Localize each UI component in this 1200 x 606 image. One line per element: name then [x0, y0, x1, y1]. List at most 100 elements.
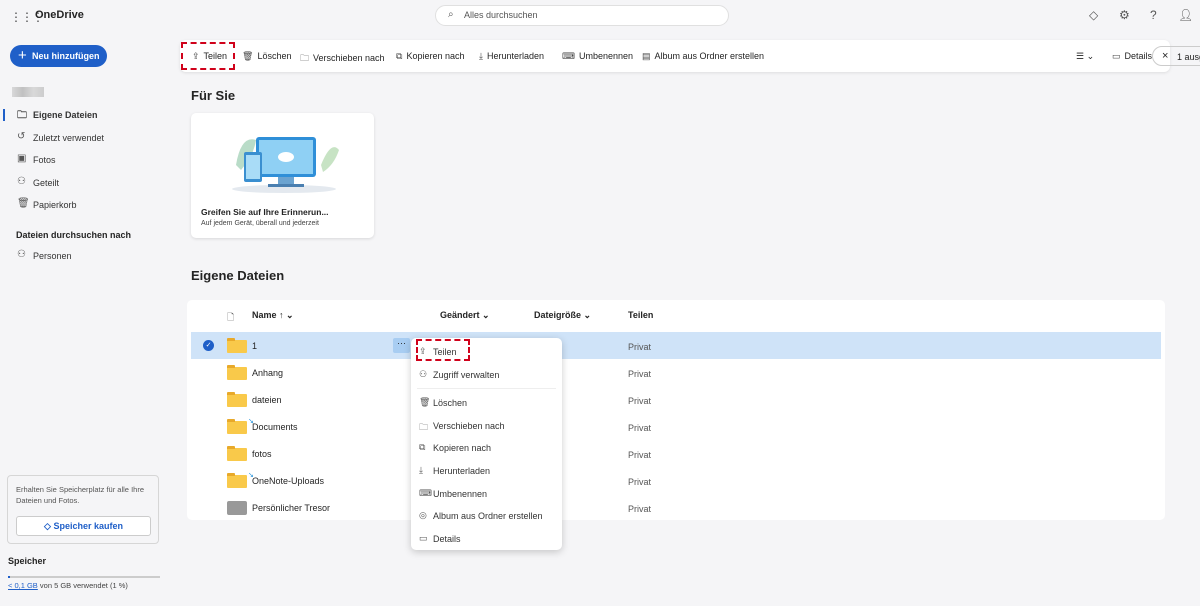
column-label: Geändert [440, 310, 480, 320]
menu-item-download[interactable]: ⤓ Herunterladen [411, 460, 562, 482]
settings-gear-icon[interactable]: ⚙ [1119, 8, 1130, 22]
plus-icon: + [18, 47, 27, 64]
file-name[interactable]: fotos [252, 449, 272, 459]
menu-item-label: Verschieben nach [433, 420, 505, 431]
menu-divider [417, 388, 556, 389]
album-icon: ▤ [642, 51, 651, 61]
close-icon: × [1162, 50, 1169, 62]
storage-bar-fill [8, 576, 10, 578]
sidebar-item-photos[interactable]: ▣ Fotos [0, 150, 170, 170]
delete-button[interactable]: 🗑︎ Löschen [242, 40, 291, 72]
sort-view-button[interactable]: ☰ ⌄ [1076, 40, 1094, 72]
menu-item-rename[interactable]: ⌨ Umbenennen [411, 483, 562, 505]
more-actions-button[interactable]: ··· [393, 338, 410, 353]
menu-item-share[interactable]: ⇪ Teilen [411, 341, 562, 363]
file-row[interactable]: fotos Privat [191, 440, 1161, 467]
sidebar-item-label: Fotos [33, 155, 56, 165]
rename-label: Umbenennen [579, 51, 634, 61]
create-album-button[interactable]: ▤ Album aus Ordner erstellen [642, 40, 764, 72]
sharing-status: Privat [628, 342, 652, 352]
column-sharing[interactable]: Teilen [628, 310, 653, 320]
download-button[interactable]: ⤓ Herunterladen [479, 40, 544, 72]
copy-button[interactable]: ⧉ Kopieren nach [396, 40, 464, 72]
top-bar: ⋮⋮⋮ OneDrive ⌕ Alles durchsuchen ◇ ⚙ ? 👤︎ [0, 0, 1200, 32]
file-row[interactable]: ✓ 1 Privat [191, 332, 1161, 359]
menu-item-label: Kopieren nach [433, 443, 492, 454]
file-row[interactable]: ↘ OneNote-Uploads Privat [191, 467, 1161, 494]
menu-item-move-folder[interactable]: 🗀︎ Verschieben nach [411, 415, 562, 437]
storage-heading: Speicher [8, 556, 47, 566]
share-icon: ⇪ [419, 346, 427, 356]
command-bar: ⇪ Teilen 🗑︎ Löschen 🗀︎ Verschieben nach ⧉ Ko… [180, 40, 1200, 72]
column-name[interactable]: Name ↑ ⌄ [252, 310, 294, 321]
column-modified[interactable]: Geändert ⌄ [440, 310, 490, 321]
checkbox-checked-icon[interactable]: ✓ [203, 340, 214, 351]
file-name[interactable]: 1 [252, 341, 257, 351]
sharing-status: Privat [628, 450, 652, 460]
sidebar-item-recycle-bin[interactable]: 🗑︎ Papierkorb [0, 195, 170, 215]
storage-used-link[interactable]: < 0,1 GB [8, 581, 38, 590]
card-title: Greifen Sie auf Ihre Erinnerun... [201, 207, 329, 217]
share-label: Teilen [203, 51, 228, 61]
clear-selection-button[interactable]: × 1 ausgewählt [1152, 46, 1200, 66]
file-name[interactable]: Anhang [252, 368, 283, 378]
selection-count: 1 ausgewählt [1177, 52, 1200, 62]
copy-icon: ⧉ [419, 442, 426, 453]
folder-icon [227, 365, 247, 380]
context-menu: ⇪ Teilen ⚇ Zugriff verwalten 🗑︎ Löschen 🗀︎ Vers… [411, 338, 562, 550]
move-button[interactable]: 🗀︎ Verschieben nach [300, 40, 385, 72]
menu-item-label: Zugriff verwalten [433, 369, 500, 380]
sidebar-item-recent[interactable]: ↺ Zuletzt verwendet [0, 128, 170, 148]
create-album-label: Album aus Ordner erstellen [654, 51, 765, 61]
share-icon: ⇪ [192, 51, 200, 61]
download-label: Herunterladen [486, 51, 545, 61]
details-button[interactable]: ▭ Details [1112, 40, 1152, 72]
my-files-heading: Eigene Dateien [191, 268, 285, 283]
search-icon: ⌕ [448, 9, 454, 20]
file-row[interactable]: Anhang Privat [191, 359, 1161, 386]
rename-button[interactable]: ⌨ Umbenennen [562, 40, 633, 72]
user-name-blurred [12, 87, 44, 97]
sharing-status: Privat [628, 423, 652, 433]
trash-icon: 🗑︎ [17, 198, 30, 209]
file-name[interactable]: OneNote-Uploads [252, 476, 324, 486]
sidebar-item-my-files[interactable]: 🗀︎ Eigene Dateien [0, 105, 170, 125]
help-icon[interactable]: ? [1150, 8, 1157, 22]
trash-icon: 🗑︎ [242, 51, 254, 61]
album-icon: ◎ [419, 510, 427, 521]
sidebar-item-label: Geteilt [33, 178, 60, 188]
folder-icon: 🗀︎ [17, 110, 27, 121]
sidebar-item-label: Zuletzt verwendet [33, 133, 105, 143]
file-row[interactable]: ↘ Documents Privat [191, 413, 1161, 440]
premium-diamond-icon[interactable]: ◇ [1089, 8, 1098, 22]
memories-card[interactable]: Greifen Sie auf Ihre Erinnerun... Auf je… [191, 113, 374, 238]
view-options-icon: ☰ ⌄ [1076, 51, 1095, 61]
menu-item-details[interactable]: ▭ Details [411, 528, 562, 550]
file-name[interactable]: Documents [252, 422, 298, 432]
menu-item-manage-access[interactable]: ⚇ Zugriff verwalten [411, 364, 562, 386]
sidebar-item-people[interactable]: ⚇ Personen [0, 246, 170, 266]
new-add-button[interactable]: + Neu hinzufügen [10, 45, 107, 67]
menu-item-label: Löschen [433, 398, 468, 409]
share-button[interactable]: ⇪ Teilen [192, 40, 227, 72]
move-folder-icon: 🗀︎ [419, 421, 429, 432]
account-icon[interactable]: 👤︎ [1178, 8, 1193, 22]
sidebar-item-shared[interactable]: ⚇ Geteilt [0, 173, 170, 193]
menu-item-album[interactable]: ◎ Album aus Ordner erstellen [411, 505, 562, 527]
folder-icon [227, 446, 247, 461]
buy-storage-button[interactable]: ◇ Speicher kaufen [16, 516, 151, 536]
new-add-label: Neu hinzufügen [32, 51, 100, 61]
sharing-status: Privat [628, 477, 652, 487]
file-row[interactable]: dateien Privat [191, 386, 1161, 413]
search-input[interactable]: ⌕ Alles durchsuchen [435, 5, 729, 26]
file-row[interactable]: Persönlicher Tresor Privat [191, 494, 1161, 521]
folder-icon [227, 338, 247, 353]
history-icon: ↺ [17, 131, 26, 142]
storage-bar [8, 576, 160, 578]
file-name[interactable]: dateien [252, 395, 282, 405]
menu-item-copy[interactable]: ⧉ Kopieren nach [411, 437, 562, 459]
menu-item-trash[interactable]: 🗑︎ Löschen [411, 392, 562, 414]
column-size[interactable]: Dateigröße ⌄ [534, 310, 591, 321]
storage-promo: Erhalten Sie Speicherplatz für alle Ihre… [7, 475, 159, 544]
file-name[interactable]: Persönlicher Tresor [252, 503, 330, 513]
